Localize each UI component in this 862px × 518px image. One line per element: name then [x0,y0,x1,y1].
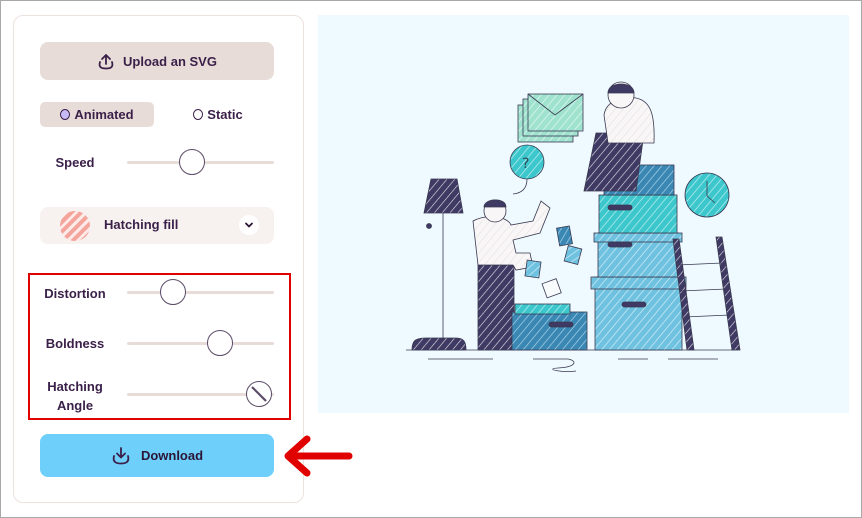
angle-line-icon [251,386,268,402]
speed-label: Speed [55,155,95,170]
mode-animated-label: Animated [74,107,134,122]
controls-panel [13,15,304,503]
boldness-slider-thumb[interactable] [206,330,233,356]
speed-slider-thumb[interactable] [178,149,205,175]
hatching-angle-slider[interactable] [127,381,274,407]
svg-text:?: ? [522,156,529,172]
boldness-label: Boldness [45,336,105,351]
hatching-angle-label-line1: Hatching [47,379,103,394]
hatching-angle-slider-thumb[interactable] [246,381,273,407]
distortion-label: Distortion [44,286,106,301]
upload-icon [98,53,114,69]
radio-unselected-icon [193,109,204,120]
svg-preview-canvas: ? [318,15,849,413]
download-label: Download [140,448,204,463]
boldness-slider[interactable] [127,330,274,356]
hatched-illustration: ? [406,81,741,372]
fill-style-value: Hatching fill [104,217,179,232]
distortion-slider[interactable] [127,279,274,305]
download-button[interactable]: Download [40,434,274,477]
distortion-slider-thumb[interactable] [159,279,186,305]
hatching-angle-label-line2: Angle [56,398,94,413]
hatching-swatch-icon [60,211,90,241]
mode-static-label: Static [207,107,243,122]
arrow-annotation-icon [284,435,353,477]
mode-static-radio[interactable]: Static [161,102,275,127]
fill-style-select[interactable]: Hatching fill [40,207,274,244]
radio-selected-icon [60,109,71,120]
speed-slider[interactable] [127,149,274,175]
mode-animated-radio[interactable]: Animated [40,102,154,127]
upload-svg-button[interactable]: Upload an SVG [40,42,274,80]
hatching-angle-label: Hatching Angle [35,377,115,415]
upload-label: Upload an SVG [123,53,217,69]
download-icon [112,446,130,464]
chevron-down-icon[interactable] [239,215,259,235]
